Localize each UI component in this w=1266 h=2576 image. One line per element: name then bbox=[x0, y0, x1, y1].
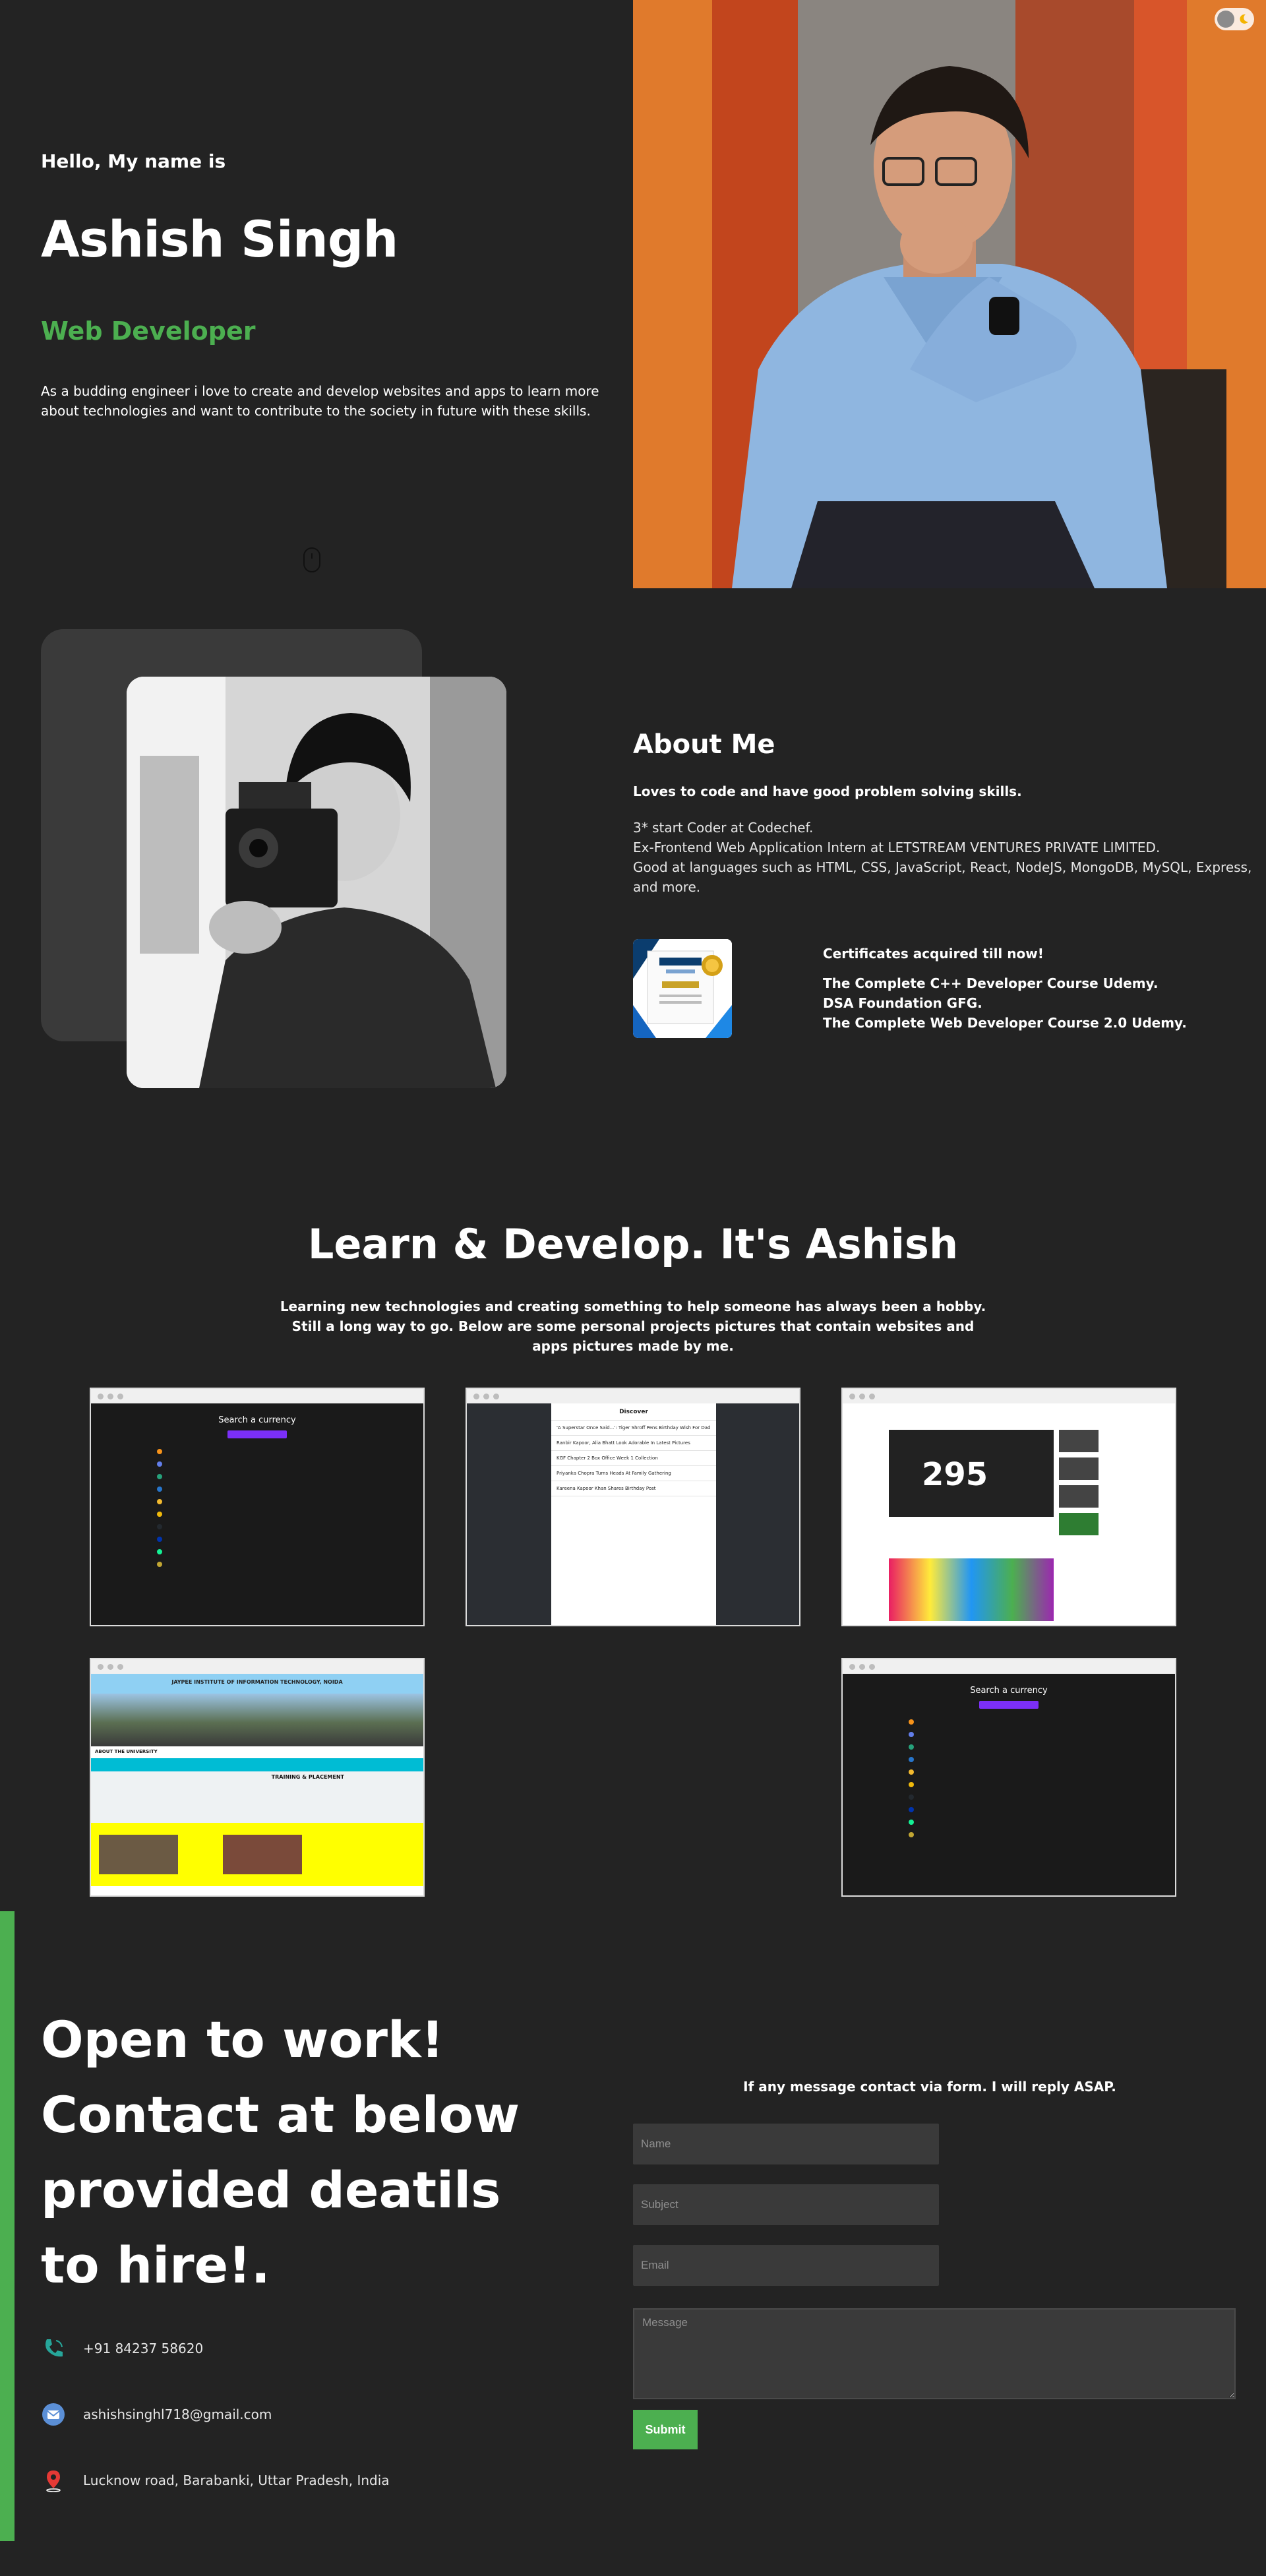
contact-address-text: Lucknow road, Barabanki, Uttar Pradesh, … bbox=[83, 2472, 390, 2488]
jaypee-photo bbox=[99, 1835, 178, 1874]
jaypee-training-title: TRAINING & PLACEMENT bbox=[91, 1771, 423, 1823]
hero-profile-photo bbox=[633, 0, 1266, 588]
jaypee-footer-band bbox=[91, 1823, 423, 1886]
hero-greeting: Hello, My name is bbox=[41, 150, 226, 172]
news-app-title: Discover bbox=[551, 1403, 716, 1421]
form-note: If any message contact via form. I will … bbox=[743, 2079, 1116, 2095]
about-section: About Me Loves to code and have good pro… bbox=[0, 588, 1266, 1182]
contact-address: Lucknow road, Barabanki, Uttar Pradesh, … bbox=[41, 2468, 390, 2493]
related-video bbox=[1059, 1457, 1099, 1480]
browser-bar bbox=[843, 1659, 1175, 1674]
jaypee-photo bbox=[223, 1835, 302, 1874]
certificate-item: DSA Foundation GFG. bbox=[823, 995, 982, 1011]
crypto-search-bar bbox=[227, 1430, 287, 1438]
certificates-title: Certificates acquired till now! bbox=[823, 946, 1044, 962]
phone-icon bbox=[41, 2336, 66, 2361]
news-app-preview: Discover 'A Superstar Once Said...': Tig… bbox=[467, 1403, 799, 1625]
theme-toggle-icon[interactable] bbox=[1215, 8, 1254, 30]
hero-section: Hello, My name is Ashish Singh Web Devel… bbox=[0, 0, 1266, 588]
submit-button[interactable]: Submit bbox=[633, 2410, 698, 2449]
moon-icon bbox=[1240, 14, 1248, 24]
jaypee-campus-photo bbox=[91, 1694, 423, 1746]
projects-description: Learning new technologies and creating s… bbox=[280, 1299, 986, 1354]
jaypee-site-preview: JAYPEE INSTITUTE OF INFORMATION TECHNOLO… bbox=[91, 1674, 423, 1895]
jaypee-header: JAYPEE INSTITUTE OF INFORMATION TECHNOLO… bbox=[91, 1674, 423, 1694]
video-thumbnail-text: 295 bbox=[922, 1456, 988, 1493]
hero-role: Web Developer bbox=[41, 317, 256, 346]
message-field[interactable] bbox=[633, 2308, 1236, 2399]
crypto-app-preview: Search a currency bbox=[843, 1674, 1175, 1895]
toggle-knob bbox=[1217, 11, 1234, 28]
news-item: Ranbir Kapoor, Alia Bhatt Look Adorable … bbox=[551, 1436, 716, 1451]
projects-section: Learn & Develop. It's Ashish Learning ne… bbox=[0, 1182, 1266, 1911]
about-photo bbox=[127, 677, 506, 1088]
email-field[interactable] bbox=[633, 2245, 939, 2286]
about-title: About Me bbox=[633, 729, 775, 760]
browser-bar bbox=[467, 1389, 799, 1403]
contact-phone-text: +91 84237 58620 bbox=[83, 2341, 204, 2356]
crypto-title: Search a currency bbox=[970, 1686, 1048, 1696]
browser-bar bbox=[843, 1389, 1175, 1403]
about-details: 3* start Coder at Codechef. Ex-Frontend … bbox=[633, 818, 1253, 897]
project-screenshot-crypto[interactable]: Search a currency bbox=[90, 1388, 425, 1626]
subject-field[interactable] bbox=[633, 2184, 939, 2225]
certificates-list: The Complete C++ Developer Course Udemy.… bbox=[823, 973, 1187, 1033]
project-screenshot-jaypee[interactable]: JAYPEE INSTITUTE OF INFORMATION TECHNOLO… bbox=[90, 1658, 425, 1897]
related-video bbox=[1059, 1513, 1099, 1535]
hero-name: Ashish Singh bbox=[41, 210, 398, 268]
certificate-illustration bbox=[633, 939, 732, 1038]
project-screenshot-video-site[interactable]: 295 bbox=[841, 1388, 1176, 1626]
related-video bbox=[1059, 1430, 1099, 1452]
name-field[interactable] bbox=[633, 2124, 939, 2164]
mail-icon bbox=[41, 2402, 66, 2427]
news-item: Kareena Kapoor Khan Shares Birthday Post bbox=[551, 1481, 716, 1496]
hero-description: As a budding engineer i love to create a… bbox=[41, 383, 599, 419]
project-screenshot-news[interactable]: Discover 'A Superstar Once Said...': Tig… bbox=[466, 1388, 800, 1626]
related-video bbox=[1059, 1485, 1099, 1508]
phone-frame: Discover 'A Superstar Once Said...': Tig… bbox=[551, 1403, 716, 1625]
crypto-app-preview: Search a currency bbox=[91, 1403, 423, 1625]
contact-email[interactable]: ashishsinghl718@gmail.com bbox=[41, 2402, 272, 2427]
news-item: KGF Chapter 2 Box Office Week 1 Collecti… bbox=[551, 1451, 716, 1466]
crypto-search-bar bbox=[979, 1701, 1039, 1709]
contact-accent-bar bbox=[0, 1911, 15, 2541]
about-lead: Loves to code and have good problem solv… bbox=[633, 783, 1022, 799]
about-line: 3* start Coder at Codechef. bbox=[633, 820, 814, 836]
hero-photo-illustration bbox=[633, 0, 1266, 588]
browser-bar bbox=[91, 1389, 423, 1403]
certificate-image bbox=[633, 939, 732, 1038]
news-item: Priyanka Chopra Turns Heads At Family Ga… bbox=[551, 1466, 716, 1481]
jaypee-banner bbox=[91, 1758, 423, 1771]
projects-title: Learn & Develop. It's Ashish bbox=[307, 1220, 959, 1268]
about-line: Ex-Frontend Web Application Intern at LE… bbox=[633, 840, 1160, 855]
crypto-title: Search a currency bbox=[218, 1415, 296, 1425]
project-screenshot-crypto-2[interactable]: Search a currency bbox=[841, 1658, 1176, 1897]
about-photo-illustration bbox=[127, 677, 506, 1088]
certificate-item: The Complete Web Developer Course 2.0 Ud… bbox=[823, 1015, 1187, 1031]
mouse-scroll-icon[interactable] bbox=[303, 547, 320, 572]
browser-bar bbox=[91, 1659, 423, 1674]
news-item: 'A Superstar Once Said...': Tiger Shroff… bbox=[551, 1421, 716, 1436]
contact-section: Open to work! Contact at below provided … bbox=[0, 1911, 1266, 2576]
contact-phone[interactable]: +91 84237 58620 bbox=[41, 2336, 203, 2361]
about-line: Good at languages such as HTML, CSS, Jav… bbox=[633, 859, 1252, 895]
location-pin-icon bbox=[41, 2468, 66, 2493]
video-site-preview: 295 bbox=[843, 1403, 1175, 1625]
jaypee-section-title: ABOUT THE UNIVERSITY bbox=[91, 1746, 423, 1758]
contact-heading: Open to work! Contact at below provided … bbox=[41, 2010, 520, 2294]
contact-email-text: ashishsinghl718@gmail.com bbox=[83, 2407, 272, 2422]
certificate-item: The Complete C++ Developer Course Udemy. bbox=[823, 975, 1159, 991]
game-thumbnail bbox=[889, 1558, 1054, 1621]
